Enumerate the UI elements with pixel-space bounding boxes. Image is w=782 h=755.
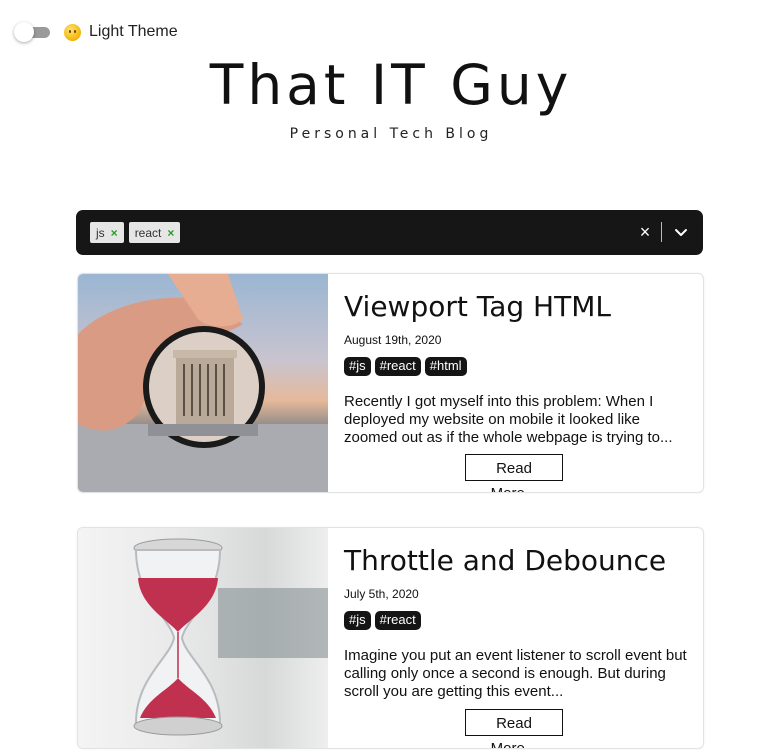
- select-separator: [661, 222, 662, 242]
- tag-react[interactable]: #react: [374, 611, 421, 630]
- tag-chip-label: js: [96, 225, 105, 240]
- post-card: Throttle and Debounce July 5th, 2020 #js…: [77, 527, 704, 749]
- post-date: August 19th, 2020: [344, 333, 442, 347]
- post-title[interactable]: Throttle and Debounce: [344, 544, 689, 577]
- magnifier-lens-image: [78, 274, 328, 492]
- post-tags: #js #react: [344, 611, 689, 630]
- tag-chip-js: js ×: [90, 222, 124, 243]
- remove-chip-icon[interactable]: ×: [165, 226, 180, 240]
- site-header: That IT Guy Personal Tech Blog: [0, 52, 782, 142]
- post-excerpt: Recently I got myself into this problem:…: [344, 393, 673, 446]
- site-title: That IT Guy: [209, 53, 573, 117]
- post-body: Viewport Tag HTML August 19th, 2020 #js …: [344, 274, 689, 447]
- switch-knob: [14, 22, 34, 42]
- tag-react[interactable]: #react: [374, 357, 421, 376]
- tag-chip-react: react ×: [128, 222, 181, 243]
- selected-tags: js × react ×: [90, 222, 181, 243]
- tag-html[interactable]: #html: [424, 357, 467, 376]
- read-more-button[interactable]: Read More...: [465, 454, 563, 492]
- magnifier-illustration: [78, 274, 328, 492]
- theme-switch[interactable]: [14, 21, 50, 43]
- hourglass-illustration: [133, 538, 328, 736]
- post-excerpt: Imagine you put an event listener to scr…: [344, 647, 687, 700]
- site-subtitle: Personal Tech Blog: [289, 126, 493, 142]
- tag-js[interactable]: #js: [344, 611, 371, 630]
- remove-chip-icon[interactable]: ×: [109, 226, 124, 240]
- tag-filter-select[interactable]: js × react × ×: [76, 210, 703, 255]
- tag-js[interactable]: #js: [344, 357, 371, 376]
- post-title[interactable]: Viewport Tag HTML: [344, 290, 689, 323]
- hourglass-image: [78, 528, 328, 748]
- theme-toggle: Light Theme: [14, 21, 178, 43]
- clear-all-icon[interactable]: ×: [635, 221, 655, 243]
- post-card: Viewport Tag HTML August 19th, 2020 #js …: [77, 273, 704, 493]
- post-tags: #js #react #html: [344, 357, 689, 376]
- tag-chip-label: react: [134, 225, 162, 240]
- smiley-emoji-icon: [64, 23, 81, 41]
- chevron-down-icon[interactable]: [672, 223, 690, 241]
- post-body: Throttle and Debounce July 5th, 2020 #js…: [344, 528, 689, 701]
- theme-label: Light Theme: [89, 23, 178, 40]
- read-more-button[interactable]: Read More...: [465, 709, 563, 748]
- post-date: July 5th, 2020: [344, 587, 419, 601]
